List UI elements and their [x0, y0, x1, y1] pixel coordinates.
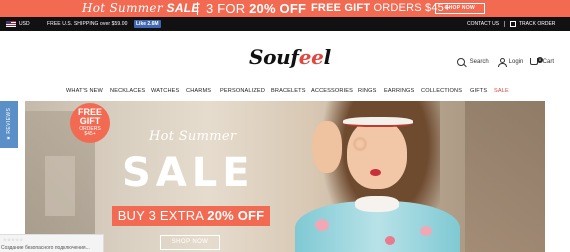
promo-deal-prefix: 3 FOR — [206, 1, 246, 16]
hero-model-lips — [370, 169, 381, 176]
login-button[interactable]: Login — [498, 58, 524, 67]
hero-background-wall — [465, 101, 545, 252]
promo-sale: SALE — [166, 1, 200, 15]
hero-shop-now-button[interactable]: SHOP NOW — [160, 235, 220, 250]
nav-item-accessories[interactable]: ACCESSORIES — [311, 88, 353, 94]
nav-item-watches[interactable]: WATCHES — [151, 88, 179, 94]
badge-gift: GIFT — [79, 116, 101, 126]
nav-item-collections[interactable]: COLLECTIONS — [421, 88, 462, 94]
promo-gift: FREE GIFT ORDERS $45+ — [311, 0, 451, 17]
track-order-link[interactable]: TRACK ORDER — [519, 17, 555, 31]
nav-item-gifts[interactable]: GIFTS — [470, 88, 487, 94]
search-label: Search — [469, 59, 489, 65]
shirt-flower-print — [315, 219, 329, 231]
shipping-notice: FREE U.S. SHIPPING over $59.00 — [47, 21, 128, 27]
nav-item-necklaces[interactable]: NECKLACES — [110, 88, 145, 94]
site-logo[interactable]: Soufeel — [249, 45, 331, 69]
logo-text-end: l — [323, 45, 332, 69]
browser-status-bar: ☆☆☆☆☆ Создание безопасного подключения..… — [0, 234, 104, 252]
reviews-side-tab[interactable]: ★ REVIEWS — [0, 101, 18, 148]
hero-model-face — [347, 119, 407, 189]
cart-count-badge: 0 — [537, 57, 543, 63]
hero-banner[interactable]: FREE GIFT ORDERS $45+ Hot Summer SALE BU… — [25, 101, 545, 252]
nav-item-rings[interactable]: RINGS — [358, 88, 376, 94]
status-text: Создание безопасного подключения... — [1, 245, 90, 251]
promo-shop-now-button[interactable]: SHOP NOW — [435, 3, 485, 14]
user-icon — [498, 58, 507, 67]
currency-selector[interactable]: USD — [19, 17, 30, 31]
login-label: Login — [508, 59, 524, 65]
reviews-tab-label: ★ REVIEWS — [6, 107, 12, 141]
nav-item-bracelets[interactable]: BRACELETS — [271, 88, 306, 94]
main-nav: WHAT'S NEW NECKLACES WATCHES CHARMS PERS… — [0, 88, 570, 98]
facebook-like-button[interactable]: Like 2.6M — [134, 20, 161, 28]
nav-item-earrings[interactable]: EARRINGS — [384, 88, 414, 94]
nav-item-personalized[interactable]: PERSONALIZED — [220, 88, 265, 94]
badge-threshold: $45+ — [84, 131, 96, 137]
nav-item-sale[interactable]: SALE — [494, 88, 509, 94]
promo-gift-bold: FREE GIFT — [311, 2, 371, 14]
truck-icon — [510, 21, 516, 27]
hero-hot-summer: Hot Summer — [149, 129, 237, 144]
hero-sale-title: SALE — [122, 150, 255, 196]
hero-extra-prefix: BUY 3 EXTRA — [117, 208, 204, 223]
us-flag-icon[interactable] — [6, 21, 16, 27]
hero-model-collar — [355, 196, 399, 212]
promo-banner[interactable]: Hot Summer SALE 3 FOR 20% OFF FREE GIFT … — [0, 0, 570, 17]
cart-label: Cart — [542, 58, 555, 65]
shirt-flower-print — [385, 236, 395, 245]
search-icon — [457, 58, 465, 66]
promo-headline: Hot Summer SALE — [82, 0, 200, 17]
promo-hot-summer: Hot Summer — [82, 1, 163, 15]
promo-deal-value: 20% OFF — [249, 1, 307, 16]
nav-item-charms[interactable]: CHARMS — [186, 88, 211, 94]
shirt-flower-print — [420, 226, 432, 236]
free-gift-badge: FREE GIFT ORDERS $45+ — [70, 103, 110, 143]
rating-stars: ☆☆☆☆☆ — [3, 237, 24, 242]
promo-deal: 3 FOR 20% OFF — [206, 0, 306, 17]
topbar-divider — [504, 21, 505, 27]
promo-divider — [197, 2, 198, 15]
hero-background-window — [45, 156, 75, 216]
hero-model-ok-gesture — [353, 137, 367, 151]
hero-extra-value: 20% OFF — [207, 208, 265, 223]
top-utility-bar: USD FREE U.S. SHIPPING over $59.00 Like … — [0, 17, 570, 31]
hero-model-hand — [312, 121, 342, 173]
contact-us-link[interactable]: CONTACT US — [467, 17, 499, 31]
nav-item-whats-new[interactable]: WHAT'S NEW — [66, 88, 103, 94]
logo-text-main: Souf — [249, 45, 299, 69]
search-button[interactable]: Search — [457, 58, 489, 66]
hero-model-headband — [343, 117, 413, 127]
logo-text-heart: ee — [298, 45, 324, 69]
hero-extra-offer: BUY 3 EXTRA 20% OFF — [112, 206, 270, 226]
